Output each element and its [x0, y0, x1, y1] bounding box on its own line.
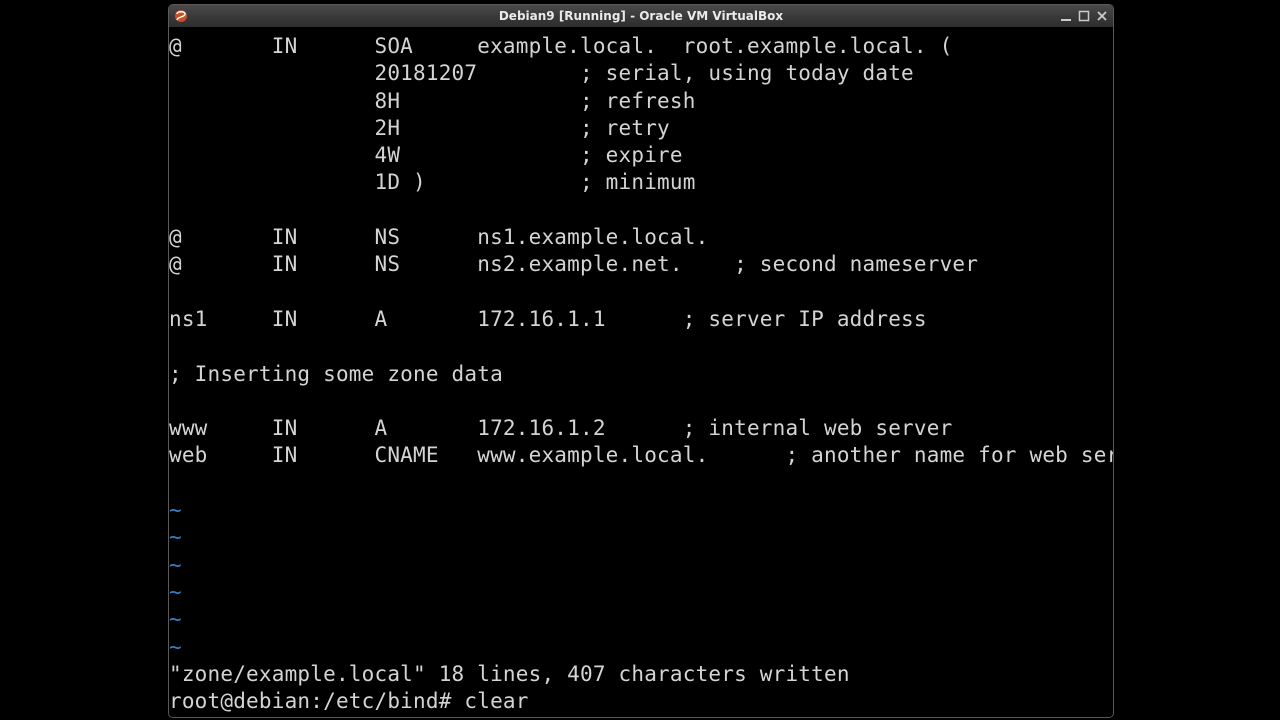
terminal-line: root@debian:/etc/bind# clear: [169, 688, 1113, 715]
terminal-line: 4W ; expire: [169, 142, 1113, 169]
terminal-line: 2H ; retry: [169, 115, 1113, 142]
terminal-line: web IN CNAME www.example.local. ; anothe…: [169, 442, 1113, 469]
terminal-line: ns1 IN A 172.16.1.1 ; server IP address: [169, 306, 1113, 333]
terminal-line: 1D ) ; minimum: [169, 169, 1113, 196]
terminal-line: ; Inserting some zone data: [169, 361, 1113, 388]
terminal-line: @ IN NS ns2.example.net. ; second namese…: [169, 251, 1113, 278]
terminal-line: ~: [169, 634, 1113, 661]
window-controls: [1059, 9, 1113, 23]
terminal-line: 8H ; refresh: [169, 88, 1113, 115]
virtualbox-icon: [173, 8, 189, 24]
terminal-line: @ IN NS ns1.example.local.: [169, 224, 1113, 251]
terminal-line: [169, 279, 1113, 306]
close-button[interactable]: [1095, 9, 1109, 23]
terminal-line: [169, 388, 1113, 415]
terminal-line: ~: [169, 497, 1113, 524]
maximize-button[interactable]: [1077, 9, 1091, 23]
terminal-line: [169, 333, 1113, 360]
window-titlebar[interactable]: Debian9 [Running] - Oracle VM VirtualBox: [169, 5, 1113, 28]
terminal-line: "zone/example.local" 18 lines, 407 chara…: [169, 661, 1113, 688]
terminal-line: ~: [169, 552, 1113, 579]
terminal-line: [169, 470, 1113, 497]
minimize-button[interactable]: [1059, 9, 1073, 23]
terminal-line: [169, 197, 1113, 224]
terminal-line: www IN A 172.16.1.2 ; internal web serve…: [169, 415, 1113, 442]
terminal-area[interactable]: @ IN SOA example.local. root.example.loc…: [169, 27, 1113, 717]
terminal-line: @ IN SOA example.local. root.example.loc…: [169, 33, 1113, 60]
terminal-line: 20181207 ; serial, using today date: [169, 60, 1113, 87]
terminal-line: ~: [169, 524, 1113, 551]
vm-window: Debian9 [Running] - Oracle VM VirtualBox…: [168, 4, 1114, 718]
terminal-line: ~: [169, 579, 1113, 606]
terminal-line: ~: [169, 606, 1113, 633]
window-title: Debian9 [Running] - Oracle VM VirtualBox: [169, 9, 1113, 23]
